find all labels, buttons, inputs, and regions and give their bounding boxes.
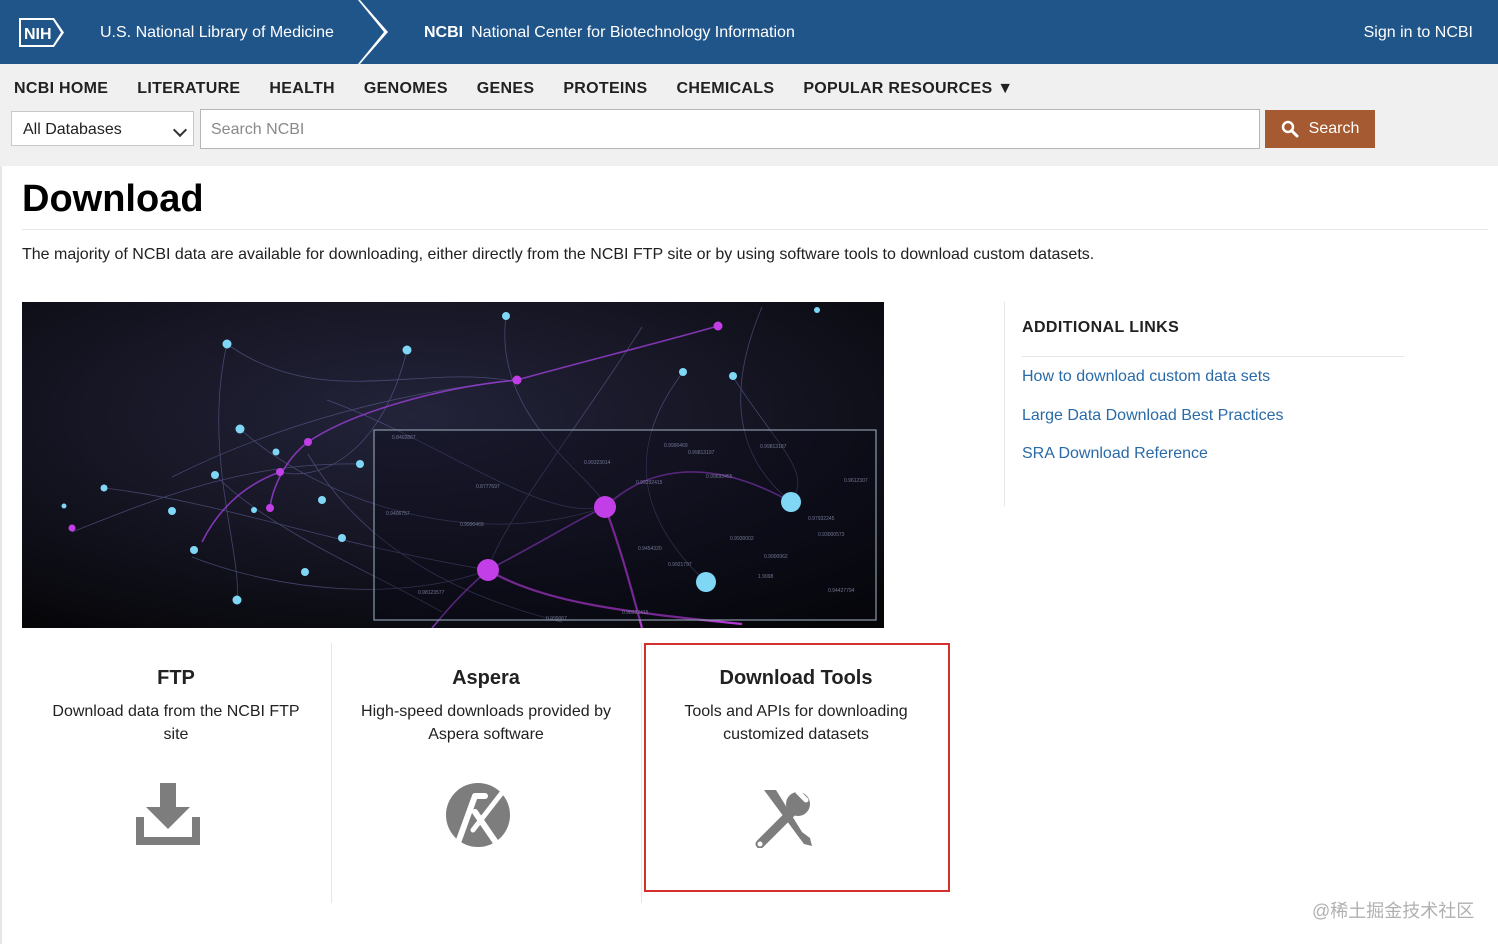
aspera-card-title: Aspera xyxy=(452,667,520,689)
svg-text:0.9612307: 0.9612307 xyxy=(844,478,868,484)
main-nav: NCBI HOME LITERATURE HEALTH GENOMES GENE… xyxy=(14,80,1042,100)
network-hero-image: 0.84028670.9990469 0.99813187 0.998131970… xyxy=(22,302,884,628)
svg-text:0.98932415: 0.98932415 xyxy=(622,610,649,616)
left-border xyxy=(0,166,2,944)
ncbi-full-name: National Center for Biotechnology Inform… xyxy=(471,24,795,41)
search-button-label: Search xyxy=(1308,120,1360,137)
search-input[interactable]: Search NCBI xyxy=(200,109,1260,149)
sign-in-link[interactable]: Sign in to NCBI xyxy=(1364,24,1473,42)
svg-text:1.9998: 1.9998 xyxy=(758,574,774,580)
svg-text:0.99323014: 0.99323014 xyxy=(584,460,611,466)
aspera-card-description: High-speed downloads provided by Aspera … xyxy=(332,700,640,746)
nav-item-genes[interactable]: GENES xyxy=(477,80,535,100)
ftp-card-description: Download data from the NCBI FTP site xyxy=(22,700,330,746)
svg-text:0.99813197: 0.99813197 xyxy=(688,450,715,456)
header-chevron-divider xyxy=(358,0,388,64)
svg-text:0.99292415: 0.99292415 xyxy=(636,480,663,486)
search-icon xyxy=(1281,120,1299,138)
link-custom-data-sets[interactable]: How to download custom data sets xyxy=(1022,368,1270,386)
ftp-card-desc-line1: Download data from the NCBI FTP xyxy=(52,703,300,720)
sidebar-separator xyxy=(1004,302,1005,506)
svg-text:0.8402867: 0.8402867 xyxy=(392,435,416,441)
ftp-card-title: FTP xyxy=(157,667,195,689)
search-button[interactable]: Search xyxy=(1265,110,1375,148)
aspera-card-desc-line2: Aspera software xyxy=(428,726,544,743)
nav-item-chemicals[interactable]: CHEMICALS xyxy=(677,80,775,100)
chevron-down-icon xyxy=(172,122,188,138)
nav-item-popular-resources[interactable]: POPULAR RESOURCES ▼ xyxy=(803,80,1013,100)
page-title: Download xyxy=(22,178,204,220)
nav-item-health[interactable]: HEALTH xyxy=(269,80,335,100)
nav-item-genomes[interactable]: GENOMES xyxy=(364,80,448,100)
link-sra-download-reference[interactable]: SRA Download Reference xyxy=(1022,445,1208,463)
svg-text:0.999067: 0.999067 xyxy=(546,616,567,622)
svg-text:0.93000573: 0.93000573 xyxy=(818,532,845,538)
additional-links-title: ADDITIONAL LINKS xyxy=(1022,319,1180,336)
nlm-title[interactable]: U.S. National Library of Medicine xyxy=(100,24,334,42)
svg-text:0.9990469: 0.9990469 xyxy=(460,522,484,528)
ncbi-title[interactable]: NCBI National Center for Biotechnology In… xyxy=(424,24,795,42)
nih-logo-text: NIH xyxy=(24,26,52,43)
download-icon xyxy=(136,783,200,845)
top-header: NIH U.S. National Library of Medicine NC… xyxy=(0,0,1498,64)
svg-text:0.94427794: 0.94427794 xyxy=(828,588,855,594)
svg-text:0.99693455: 0.99693455 xyxy=(706,474,733,480)
svg-text:0.99813187: 0.99813187 xyxy=(760,444,787,450)
ftp-card-desc-line2: site xyxy=(163,726,189,743)
watermark: @稀土掘金技术社区 xyxy=(1312,901,1475,921)
aspera-card-desc-line1: High-speed downloads provided by xyxy=(361,703,611,720)
database-select-value: All Databases xyxy=(23,121,122,138)
svg-text:0.9454320: 0.9454320 xyxy=(638,546,662,552)
intro-text: The majority of NCBI data are available … xyxy=(22,246,1095,263)
link-large-data-best-practices[interactable]: Large Data Download Best Practices xyxy=(1022,407,1283,425)
svg-text:0.9930002: 0.9930002 xyxy=(730,536,754,542)
aspera-icon xyxy=(446,783,510,847)
ncbi-abbr: NCBI xyxy=(424,24,464,41)
additional-links-divider xyxy=(1022,356,1404,357)
svg-text:0.8777697: 0.8777697 xyxy=(476,484,500,490)
svg-text:0.9406757: 0.9406757 xyxy=(386,511,410,517)
nih-logo[interactable]: NIH xyxy=(18,17,66,48)
database-select[interactable]: All Databases xyxy=(11,111,194,146)
nav-item-ncbi-home[interactable]: NCBI HOME xyxy=(14,80,108,100)
download-tools-highlight-box xyxy=(644,643,950,892)
ftp-card[interactable]: FTP Download data from the NCBI FTP site xyxy=(22,643,330,903)
svg-text:0.9900962: 0.9900962 xyxy=(764,554,788,560)
aspera-card[interactable]: Aspera High-speed downloads provided by … xyxy=(332,643,640,903)
svg-text:0.98123577: 0.98123577 xyxy=(418,590,445,596)
title-divider xyxy=(22,229,1488,230)
nav-item-literature[interactable]: LITERATURE xyxy=(137,80,240,100)
nlm-section[interactable]: NIH U.S. National Library of Medicine xyxy=(0,0,360,64)
nav-item-proteins[interactable]: PROTEINS xyxy=(563,80,647,100)
svg-text:0.97932245: 0.97932245 xyxy=(808,516,835,522)
svg-text:0.9990469: 0.9990469 xyxy=(664,443,688,449)
svg-text:0.9921797: 0.9921797 xyxy=(668,562,692,568)
